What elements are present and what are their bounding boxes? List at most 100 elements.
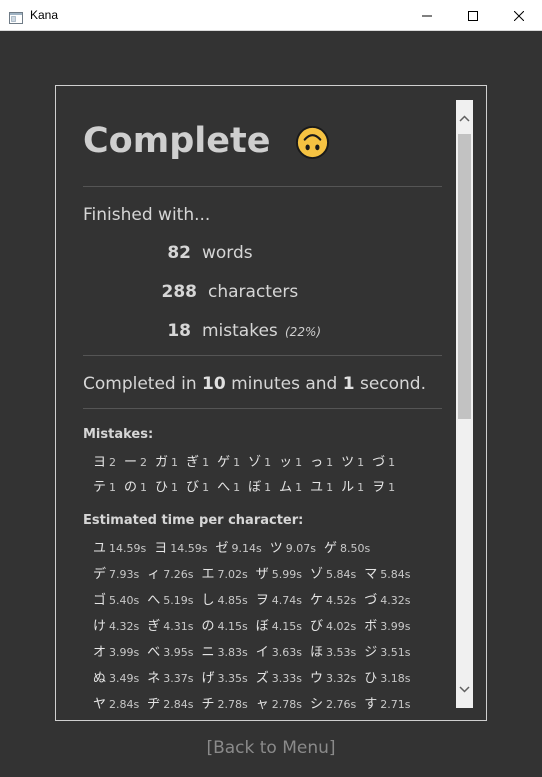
time-value: 3.63s — [271, 646, 302, 659]
kana-char: ツ — [269, 541, 283, 556]
time-row: け 4.32s ぎ 4.31s の 4.15s ぼ 4.15s び 4.02s ボ 3.99s — [93, 615, 419, 634]
time-entry: デ 7.93s — [93, 563, 139, 582]
time-entry: べ 3.95s — [147, 641, 193, 660]
mistake-entry: ぎ1 — [186, 451, 209, 470]
time-entry: ゾ 5.84s — [310, 563, 356, 582]
time-value: 3.95s — [163, 646, 194, 659]
words-label: words — [202, 243, 253, 263]
app-icon — [9, 9, 23, 24]
kana-char: へ — [147, 593, 161, 608]
mistakes-row: テ1の1ひ1び1へ1ぼ1ム1ユ1ル1ヲ1 — [93, 476, 403, 495]
time-value: 4.32s — [109, 620, 140, 633]
kana-char: ボ — [364, 619, 378, 634]
time-value: 2.78s — [271, 698, 302, 711]
time-entry: ほ 3.53s — [310, 641, 356, 660]
kana-char: ぼ — [255, 619, 269, 634]
upside-down-face-icon — [295, 125, 330, 160]
kana-char: デ — [93, 567, 107, 582]
kana-char: ゾ — [310, 567, 324, 582]
chevron-down-icon — [459, 686, 470, 693]
time-entry: ツ 9.07s — [270, 537, 316, 556]
mistake-count: 1 — [202, 456, 210, 469]
time-value: 3.53s — [326, 646, 357, 659]
kana-char: チ — [201, 697, 215, 712]
mistake-count: 2 — [109, 456, 117, 469]
kana-char: づ — [364, 593, 378, 608]
kana-char: ゴ — [93, 593, 107, 608]
time-value: 5.99s — [271, 568, 302, 581]
scroll-down-button[interactable] — [456, 681, 473, 698]
kana-char: づ — [372, 455, 386, 470]
kana-char: マ — [364, 567, 378, 582]
window-title: Kana — [30, 8, 59, 22]
time-value: 3.18s — [380, 672, 411, 685]
mistakes-count: 18 — [167, 321, 191, 341]
time-value: 3.49s — [109, 672, 140, 685]
maximize-button[interactable] — [450, 0, 496, 31]
time-entry: び 4.02s — [310, 615, 356, 634]
mistake-entry: ヲ1 — [372, 476, 395, 495]
mistake-entry: ガ1 — [155, 451, 178, 470]
kana-char: ー — [124, 455, 138, 470]
back-to-menu-link[interactable]: [Back to Menu] — [0, 738, 542, 758]
minimize-button[interactable] — [404, 0, 450, 31]
kana-char: ゼ — [215, 541, 229, 556]
mistake-entry: の1 — [124, 476, 147, 495]
mistake-count: 1 — [171, 456, 179, 469]
vertical-scrollbar[interactable] — [456, 100, 473, 708]
kana-char: べ — [147, 645, 161, 660]
close-button[interactable] — [496, 0, 542, 31]
kana-char: ゲ — [217, 455, 231, 470]
time-value: 4.15s — [271, 620, 302, 633]
divider — [83, 408, 442, 409]
time-value: 7.93s — [109, 568, 140, 581]
time-value: 3.99s — [109, 646, 140, 659]
window-titlebar[interactable]: Kana — [0, 0, 542, 31]
time-entry: ヲ 4.74s — [256, 589, 302, 608]
scroll-thumb[interactable] — [458, 134, 471, 419]
mistake-count: 1 — [388, 456, 396, 469]
mistake-count: 1 — [140, 481, 148, 494]
time-value: 9.07s — [285, 542, 316, 555]
mistake-entry: っ1 — [310, 451, 333, 470]
completed-seconds: 1 — [342, 374, 355, 394]
completed-minutes-label: minutes and — [231, 374, 338, 394]
time-row: オ 3.99s べ 3.95s ニ 3.83s イ 3.63s ほ 3.53s ジ 3.51s — [93, 641, 419, 660]
time-value: 2.84s — [163, 698, 194, 711]
mistake-entry: ゾ1 — [248, 451, 271, 470]
kana-char: ほ — [310, 645, 324, 660]
mistake-count: 1 — [109, 481, 117, 494]
scroll-up-button[interactable] — [456, 110, 473, 127]
kana-char: ガ — [155, 455, 169, 470]
kana-char: エ — [201, 567, 215, 582]
mistake-count: 1 — [264, 481, 272, 494]
kana-char: ヨ — [154, 541, 168, 556]
mistake-count: 1 — [388, 481, 396, 494]
time-row: ヤ 2.84s ヂ 2.84s チ 2.78s ャ 2.78s シ 2.76s す 2.71s — [93, 693, 419, 712]
kana-char: ッ — [279, 455, 293, 470]
close-icon — [514, 10, 524, 21]
time-value: 4.15s — [217, 620, 248, 633]
time-value: 5.84s — [326, 568, 357, 581]
results-panel[interactable]: Complete Finished with... 82 words 288 c… — [55, 85, 487, 721]
time-value: 2.78s — [217, 698, 248, 711]
time-row: ぬ 3.49s ネ 3.37s げ 3.35s ズ 3.33s ウ 3.32s ひ 3.18s — [93, 667, 419, 686]
kana-char: ぎ — [186, 455, 200, 470]
mistakes-percent: (22%) — [285, 325, 322, 339]
kana-char: ル — [341, 480, 355, 495]
mistakes-label: mistakes — [202, 321, 278, 341]
mistake-entry: ひ1 — [155, 476, 178, 495]
time-entry: チ 2.78s — [202, 693, 248, 712]
time-section-title: Estimated time per character: — [83, 513, 304, 528]
time-entry: オ 3.99s — [93, 641, 139, 660]
kana-char: ぼ — [248, 480, 262, 495]
kana-char: ゾ — [248, 455, 262, 470]
time-row: ユ 14.59s ヨ 14.59s ゼ 9.14s ツ 9.07s ゲ 8.50s — [93, 537, 378, 556]
time-entry: ザ 5.99s — [256, 563, 302, 582]
completion-time: Completed in 10 minutes and 1 second. — [83, 374, 426, 394]
time-entry: エ 7.02s — [202, 563, 248, 582]
time-value: 3.32s — [326, 672, 357, 685]
time-entry: し 4.85s — [202, 589, 248, 608]
time-value: 5.40s — [109, 594, 140, 607]
kana-char: ひ — [364, 671, 378, 686]
